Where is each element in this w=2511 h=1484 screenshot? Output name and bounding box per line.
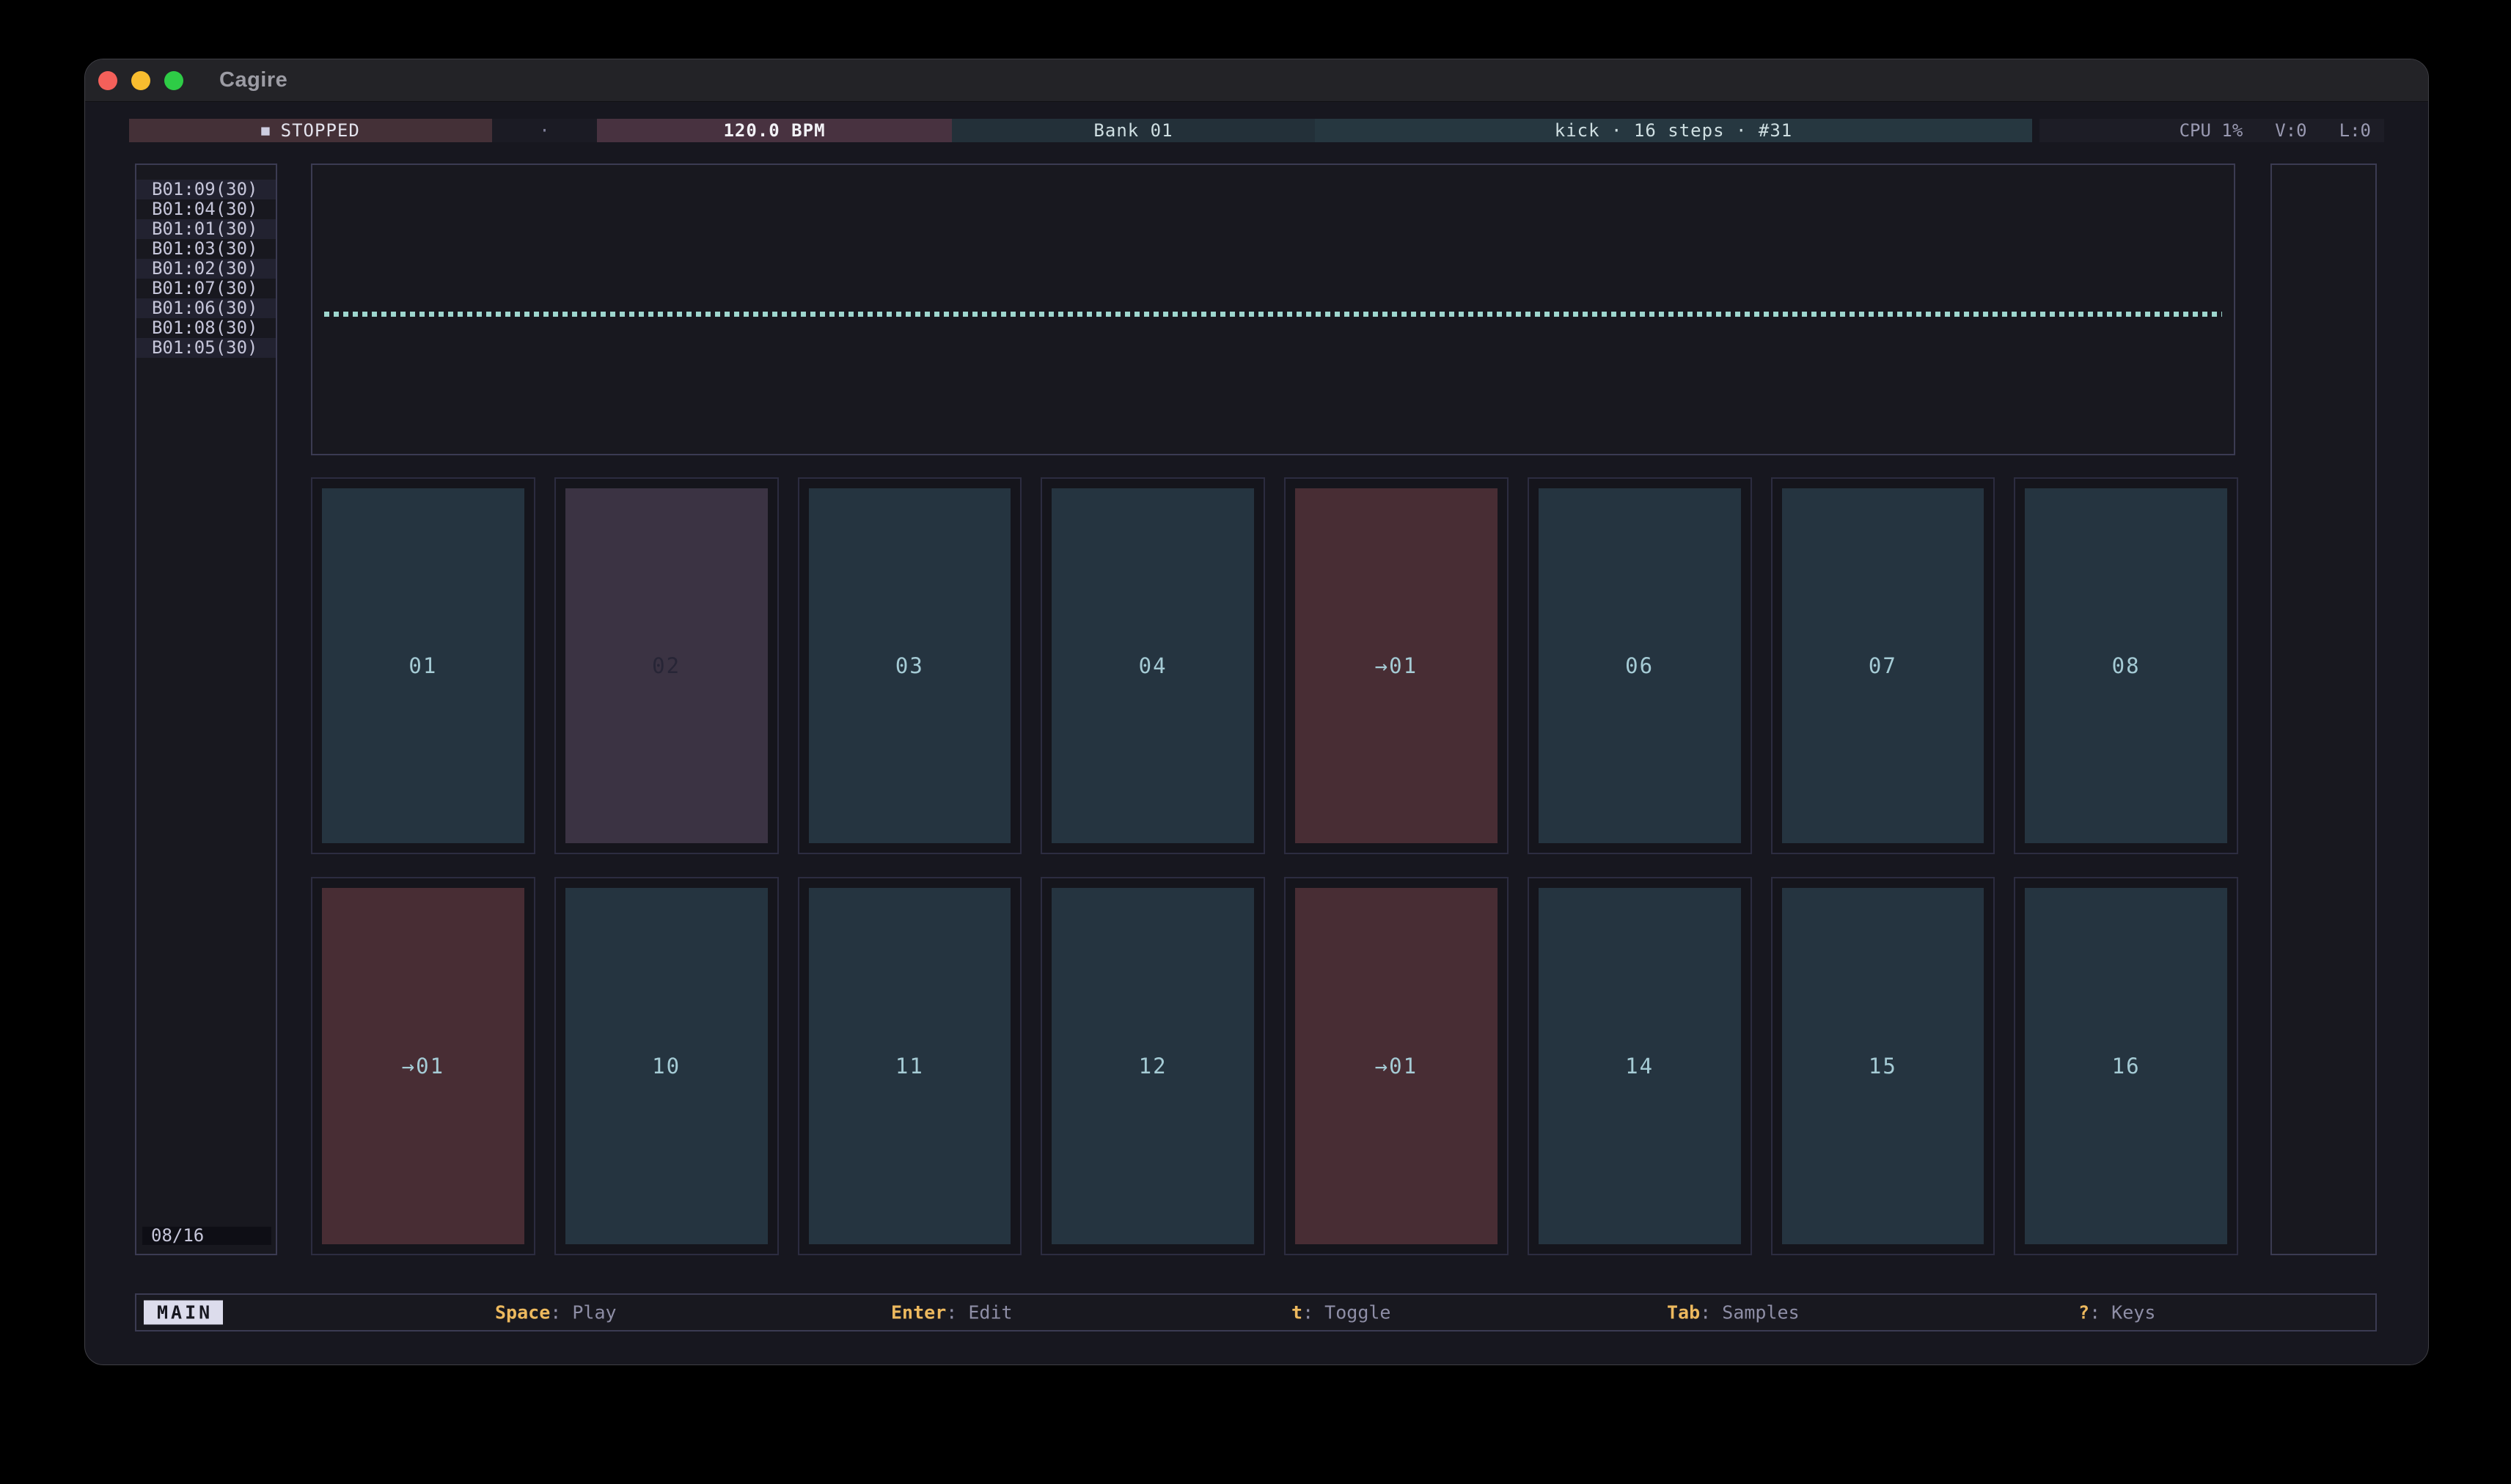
status-separator: · [492,119,597,142]
pad[interactable]: 03 [809,488,1011,843]
hint-action: Play [572,1302,616,1323]
hint-key: Space [495,1302,550,1323]
pad[interactable]: →01 [1295,488,1498,843]
pad-cell[interactable]: 14 [1528,877,1752,1255]
title-bar: Cagire [85,59,2428,102]
hint-key: ? [2078,1302,2089,1323]
system-stats: CPU 1% V:0 L:0 [2039,119,2384,142]
waveform-zero-line [324,312,2222,317]
hint-action: Toggle [1324,1302,1390,1323]
key-hint: ?: Keys [2078,1302,2155,1323]
pad-cell[interactable]: 15 [1771,877,1995,1255]
sample-list-item[interactable]: B01:01(30) [136,219,276,239]
bank-display: Bank 01 [952,119,1315,142]
hint-key: t [1291,1302,1302,1323]
layer-count: L:0 [2339,120,2371,141]
pad-cell[interactable]: 06 [1528,477,1752,854]
pad-cell[interactable]: 02 [554,477,779,854]
pad-cell[interactable]: 16 [2014,877,2238,1255]
pad[interactable]: 04 [1052,488,1254,843]
sample-list-item[interactable]: B01:05(30) [136,338,276,358]
bpm-display: 120.0 BPM [597,119,952,142]
pad-cell[interactable]: →01 [1284,877,1509,1255]
hint-action: Samples [1722,1302,1799,1323]
hint-separator: : [1302,1302,1324,1323]
pad[interactable]: →01 [1295,888,1498,1244]
key-hint: Enter: Edit [891,1302,1013,1323]
key-hint: Space: Play [495,1302,617,1323]
pad[interactable]: 02 [565,488,768,843]
pad[interactable]: 06 [1539,488,1741,843]
sample-list-item[interactable]: B01:04(30) [136,199,276,219]
mode-badge: MAIN [144,1301,223,1325]
hint-separator: : [550,1302,572,1323]
sample-list-item[interactable]: B01:07(30) [136,279,276,298]
pad-grid: 01 02 03 04 →01 06 07 08 →01 10 11 12 →0… [311,477,2238,1255]
pad-cell[interactable]: 08 [2014,477,2238,854]
sample-list-panel: B01:09(30) B01:04(30) B01:01(30) B01:03(… [135,164,277,1255]
pad-cell[interactable]: 11 [798,877,1022,1255]
hint-separator: : [1700,1302,1722,1323]
pad-cell[interactable]: →01 [311,877,535,1255]
sample-list-item[interactable]: B01:06(30) [136,298,276,318]
pad[interactable]: 14 [1539,888,1741,1244]
track-info-display: kick · 16 steps · #31 [1315,119,2032,142]
pad[interactable]: 11 [809,888,1011,1244]
traffic-lights [98,71,183,90]
sample-list: B01:09(30) B01:04(30) B01:01(30) B01:03(… [136,165,276,358]
transport-label: STOPPED [281,120,360,141]
waveform-panel [311,164,2235,455]
voice-count: V:0 [2275,120,2306,141]
sample-list-item[interactable]: B01:02(30) [136,259,276,279]
pad[interactable]: 15 [1782,888,1984,1244]
hint-separator: : [946,1302,968,1323]
pad[interactable]: 01 [322,488,524,843]
pad-cell[interactable]: 04 [1041,477,1265,854]
pad-cell[interactable]: 07 [1771,477,1995,854]
footer-bar: MAIN Space: Play Enter: Edit t: Toggle T… [135,1293,2377,1331]
pad[interactable]: →01 [322,888,524,1244]
hint-action: Edit [968,1302,1012,1323]
pad-cell[interactable]: 03 [798,477,1022,854]
pad-cell[interactable]: 01 [311,477,535,854]
pad[interactable]: 10 [565,888,768,1244]
app-window: Cagire ■ STOPPED · 120.0 BPM Bank 01 kick… [84,59,2429,1365]
pad[interactable]: 12 [1052,888,1254,1244]
pad-cell[interactable]: 12 [1041,877,1265,1255]
pad[interactable]: 16 [2025,888,2227,1244]
pad[interactable]: 08 [2025,488,2227,843]
stop-icon: ■ [261,122,270,139]
window-title: Cagire [219,68,287,92]
cpu-usage: CPU 1% [2180,120,2243,141]
hint-key: Enter [891,1302,946,1323]
transport-status: ■ STOPPED [129,119,492,142]
hint-action: Keys [2111,1302,2155,1323]
list-position-indicator: 08/16 [142,1227,271,1245]
close-button[interactable] [98,71,117,90]
key-hint: t: Toggle [1291,1302,1390,1323]
hint-separator: : [2089,1302,2111,1323]
status-bar: ■ STOPPED · 120.0 BPM Bank 01 kick · 16 s… [85,119,2428,142]
pad[interactable]: 07 [1782,488,1984,843]
sample-list-item[interactable]: B01:09(30) [136,180,276,199]
key-hint: Tab: Samples [1667,1302,1800,1323]
pad-cell[interactable]: →01 [1284,477,1509,854]
hint-key: Tab [1667,1302,1700,1323]
pad-cell[interactable]: 10 [554,877,779,1255]
minimize-button[interactable] [131,71,150,90]
side-meter-panel [2270,164,2377,1255]
sample-list-item[interactable]: B01:08(30) [136,318,276,338]
zoom-button[interactable] [164,71,183,90]
sample-list-item[interactable]: B01:03(30) [136,239,276,259]
